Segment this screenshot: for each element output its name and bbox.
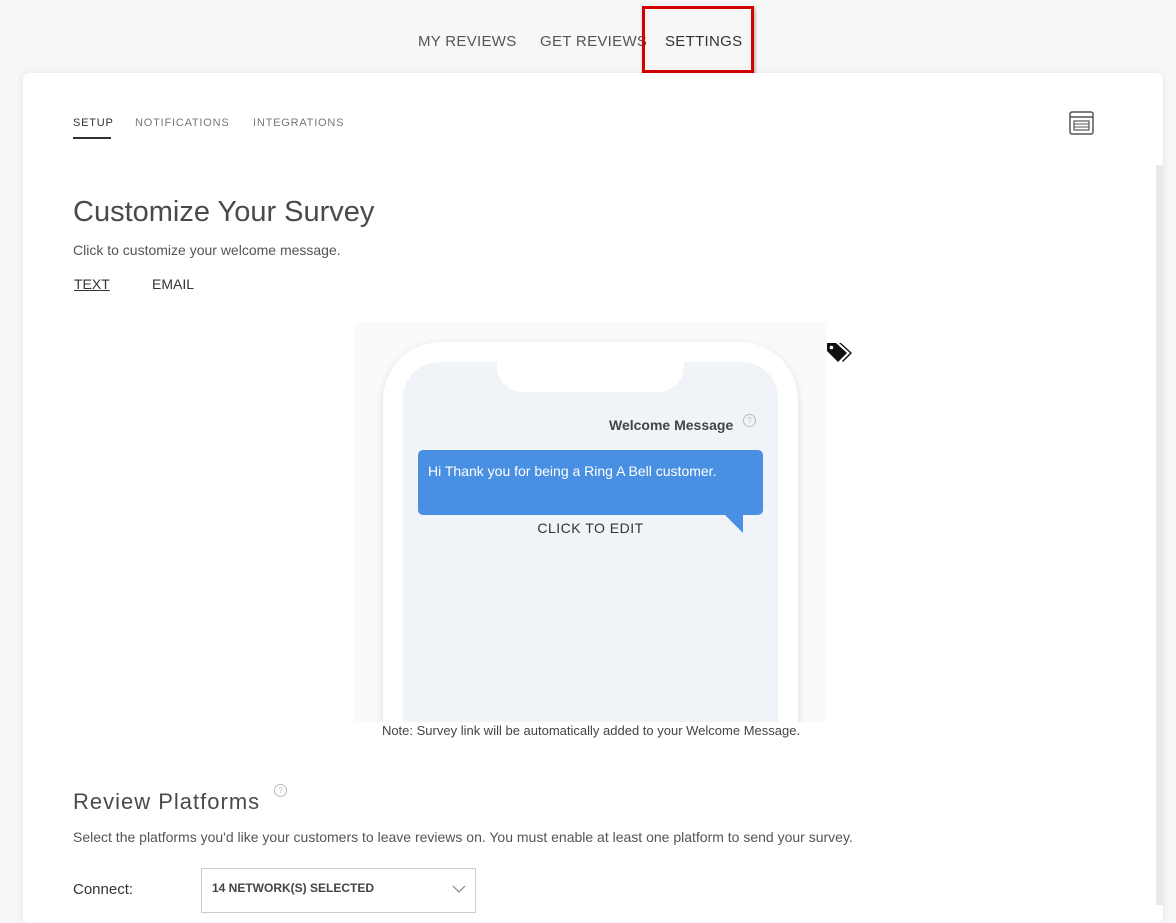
nav-my-reviews[interactable]: MY REVIEWS — [418, 33, 517, 50]
networks-dropdown[interactable]: 14 NETWORK(S) SELECTED — [201, 868, 476, 913]
tab-setup[interactable]: SETUP — [73, 117, 114, 129]
tab-integrations[interactable]: INTEGRATIONS — [253, 117, 344, 129]
nav-get-reviews[interactable]: GET REVIEWS — [540, 33, 647, 50]
browser-window-icon[interactable] — [1069, 111, 1094, 135]
chevron-down-icon — [452, 881, 466, 893]
dropdown-selected-value: 14 NETWORK(S) SELECTED — [212, 881, 375, 895]
settings-highlight-box — [642, 6, 754, 73]
click-to-edit-button[interactable]: CLICK TO EDIT — [418, 520, 763, 536]
page-title: Customize Your Survey — [73, 196, 375, 228]
welcome-message-label: Welcome Message — [609, 417, 734, 433]
phone-notch — [497, 362, 684, 392]
connect-label: Connect: — [73, 881, 134, 898]
tags-icon[interactable] — [825, 340, 853, 364]
mode-text-tab[interactable]: TEXT — [74, 276, 110, 292]
review-platforms-description: Select the platforms you'd like your cus… — [73, 829, 853, 845]
question-circle-icon[interactable]: ? — [274, 784, 287, 797]
survey-link-note: Note: Survey link will be automatically … — [381, 723, 801, 738]
active-tab-underline — [73, 137, 111, 139]
review-platforms-title: Review Platforms — [73, 789, 261, 814]
top-navigation: MY REVIEWS GET REVIEWS SETTINGS — [0, 0, 1176, 80]
question-circle-icon[interactable]: ? — [743, 414, 756, 427]
mode-email-tab[interactable]: EMAIL — [152, 276, 194, 292]
phone-screen — [403, 362, 778, 722]
tab-notifications[interactable]: NOTIFICATIONS — [135, 117, 230, 129]
page-subtitle: Click to customize your welcome message. — [73, 242, 341, 258]
scrollbar[interactable] — [1156, 165, 1163, 905]
welcome-message-bubble[interactable]: Hi Thank you for being a Ring A Bell cus… — [418, 450, 763, 515]
